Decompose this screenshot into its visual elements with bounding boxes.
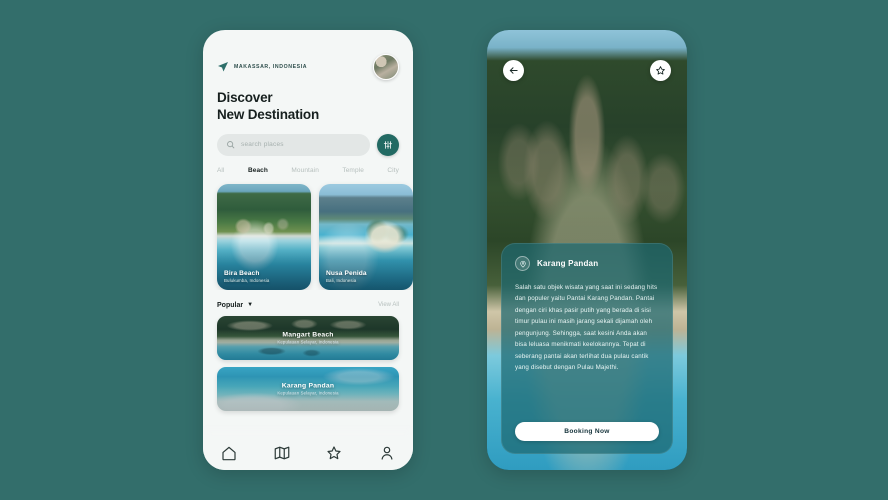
brand-location[interactable]: MAKASSAR, INDONESIA [217, 61, 307, 73]
phone-detail-screen: Karang Pandan Salah satu objek wisata ya… [487, 30, 687, 470]
headline-line-1: Discover [217, 90, 273, 105]
popular-label: Popular [217, 301, 244, 309]
popular-list: Mangart Beach Kepulauan Selayar, Indones… [203, 309, 413, 411]
tab-beach[interactable]: Beach [248, 167, 268, 174]
popular-subtitle: Kepulauan Selayar, Indonesia [277, 390, 339, 396]
phone-home-screen: MAKASSAR, INDONESIA Discover New Destina… [203, 30, 413, 470]
brand-location-label: MAKASSAR, INDONESIA [234, 64, 308, 70]
list-item[interactable]: Karang Pandan Kepulauan Selayar, Indones… [217, 366, 399, 411]
destination-card-list: Bira Beach Bulukumba, Indonesia Nusa Pen… [203, 174, 413, 290]
popular-dropdown[interactable]: Popular ▼ [217, 302, 253, 309]
popular-title: Karang Pandan [281, 382, 335, 390]
filter-button[interactable] [377, 133, 399, 156]
back-button[interactable] [503, 60, 524, 81]
search-placeholder: search places [241, 141, 284, 149]
tab-all[interactable]: All [217, 167, 225, 174]
booking-now-button[interactable]: Booking Now [515, 422, 659, 441]
home-topbar: MAKASSAR, INDONESIA [203, 30, 413, 80]
destination-card[interactable]: Bira Beach Bulukumba, Indonesia [217, 183, 311, 290]
back-arrow-icon [508, 65, 519, 76]
star-icon[interactable] [325, 444, 343, 462]
map-icon[interactable] [273, 444, 291, 462]
popular-section-header: Popular ▼ View All [203, 290, 413, 309]
destination-subtitle: Bali, Indonesia [326, 277, 357, 283]
search-icon [226, 140, 235, 149]
destination-card[interactable]: Nusa Penida Bali, Indonesia [319, 183, 413, 290]
chevron-down-icon: ▼ [247, 302, 254, 309]
headline-line-2: New Destination [217, 106, 320, 122]
detail-info-panel: Karang Pandan Salah satu objek wisata ya… [501, 243, 673, 454]
view-all-link[interactable]: View All [378, 302, 399, 308]
tab-city[interactable]: City [387, 167, 399, 174]
search-input[interactable]: search places [217, 133, 370, 156]
search-row: search places [203, 124, 413, 156]
star-icon [655, 65, 666, 76]
detail-header: Karang Pandan [515, 256, 659, 271]
detail-title: Karang Pandan [537, 259, 599, 268]
destination-subtitle: Bulukumba, Indonesia [224, 277, 270, 283]
popular-title: Mangart Beach [282, 331, 334, 339]
tab-mountain[interactable]: Mountain [291, 167, 319, 174]
category-tabs: All Beach Mountain Temple City [203, 156, 413, 174]
hero-controls [487, 60, 687, 81]
list-item[interactable]: Mangart Beach Kepulauan Selayar, Indones… [217, 315, 399, 360]
filter-sliders-icon [383, 140, 393, 150]
home-icon[interactable] [220, 444, 238, 462]
send-icon [217, 61, 229, 73]
location-pin-icon [515, 256, 530, 271]
destination-title: Nusa Penida [326, 269, 367, 277]
detail-description: Salah satu objek wisata yang saat ini se… [515, 284, 658, 372]
popular-subtitle: Kepulauan Selayar, Indonesia [277, 339, 339, 345]
destination-title: Bira Beach [224, 269, 260, 277]
tab-temple[interactable]: Temple [342, 167, 364, 174]
bookmark-button[interactable] [650, 60, 671, 81]
screen-canvas: MAKASSAR, INDONESIA Discover New Destina… [0, 0, 888, 500]
page-title: Discover New Destination [203, 80, 413, 124]
bottom-navigation-bar [203, 436, 413, 470]
avatar[interactable] [373, 54, 399, 80]
profile-icon[interactable] [378, 444, 396, 462]
